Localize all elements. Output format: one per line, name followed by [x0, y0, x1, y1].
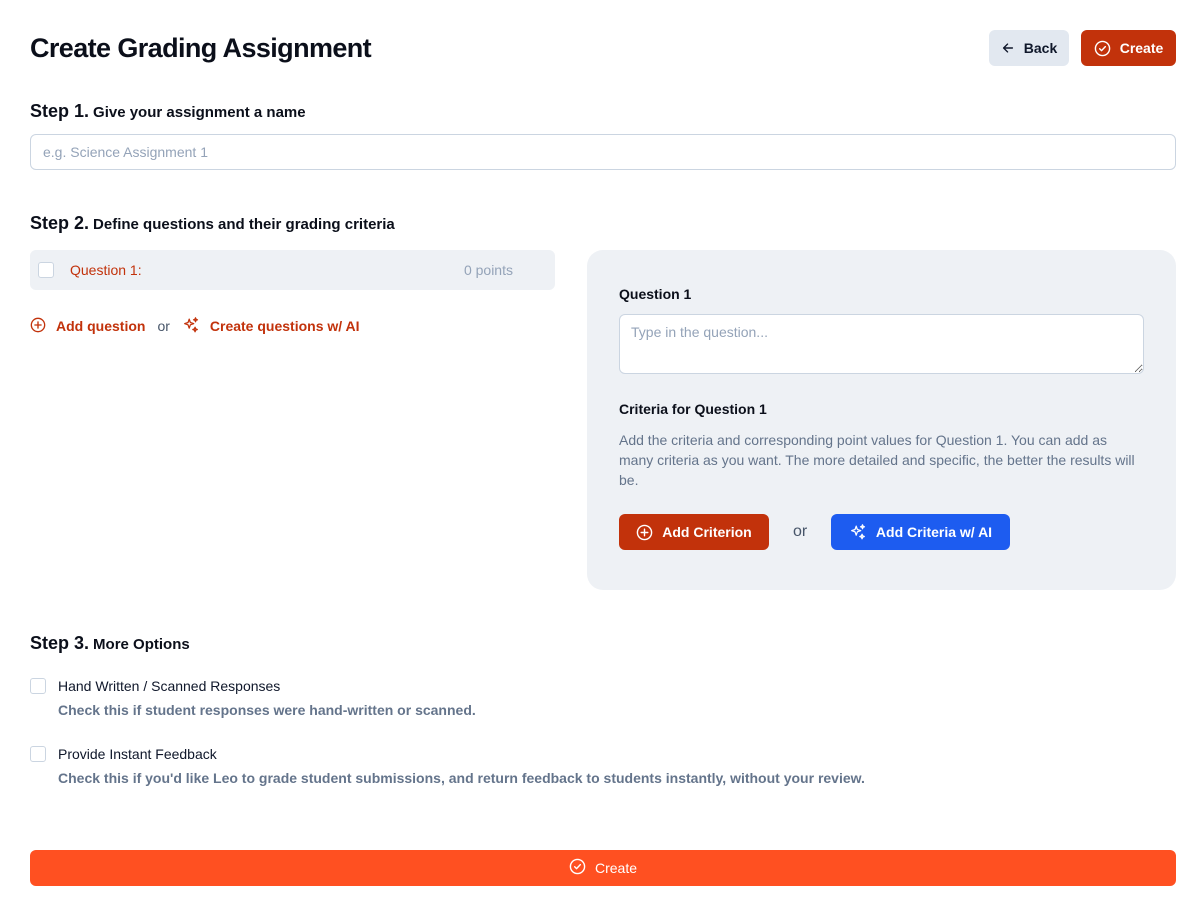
question-text-input[interactable] [619, 314, 1144, 374]
handwritten-label[interactable]: Hand Written / Scanned Responses [58, 676, 476, 696]
header-actions: Back Create [989, 30, 1176, 66]
sparkles-icon [849, 523, 867, 541]
add-criterion-label: Add Criterion [662, 524, 752, 540]
question-label: Question 1: [70, 262, 142, 278]
step2-number: Step 2. [30, 213, 90, 233]
step3-number: Step 3. [30, 633, 90, 653]
step3-heading: Step 3. More Options [30, 633, 190, 654]
check-circle-icon [1094, 40, 1111, 57]
sparkles-icon [182, 316, 200, 337]
criteria-actions: Add Criterion or Add Criteria w/ AI [619, 514, 1010, 550]
or-text: or [793, 523, 808, 540]
question-checkbox[interactable] [38, 262, 54, 278]
question-editor-title: Question 1 [619, 286, 692, 302]
create-button-bottom-label: Create [594, 860, 638, 876]
step1-title: Give your assignment a name [93, 104, 306, 121]
page-title: Create Grading Assignment [30, 32, 372, 63]
add-criteria-ai-label: Add Criteria w/ AI [875, 524, 993, 540]
option-instant-feedback: Provide Instant Feedback Check this if y… [30, 744, 865, 788]
step1-heading: Step 1. Give your assignment a name [30, 101, 306, 122]
check-circle-icon [569, 858, 586, 878]
instant-feedback-help: Check this if you'd like Leo to grade st… [58, 770, 865, 786]
add-criterion-button[interactable]: Add Criterion [619, 514, 769, 550]
page-header: Create Grading Assignment Back Create [30, 30, 1176, 66]
back-button-label: Back [1023, 40, 1058, 56]
instant-feedback-label[interactable]: Provide Instant Feedback [58, 744, 865, 764]
create-button-bottom[interactable]: Create [30, 850, 1176, 886]
ai-questions-link[interactable]: Create questions w/ AI [182, 316, 360, 337]
plus-circle-icon [30, 317, 46, 336]
add-question-link[interactable]: Add question [30, 317, 145, 336]
step2-heading: Step 2. Define questions and their gradin… [30, 213, 395, 234]
criteria-title: Criteria for Question 1 [619, 401, 767, 417]
option-handwritten: Hand Written / Scanned Responses Check t… [30, 676, 476, 720]
step1-number: Step 1. [30, 101, 90, 121]
criteria-description: Add the criteria and corresponding point… [619, 432, 1135, 488]
add-question-label: Add question [56, 318, 146, 334]
ai-questions-label: Create questions w/ AI [209, 318, 360, 334]
create-button-label: Create [1119, 40, 1164, 56]
handwritten-help: Check this if student responses were han… [58, 702, 476, 718]
instant-feedback-checkbox[interactable] [30, 746, 46, 762]
assignment-name-input[interactable] [30, 134, 1176, 170]
or-text: or [157, 318, 170, 334]
back-button[interactable]: Back [989, 30, 1069, 66]
add-criteria-ai-button[interactable]: Add Criteria w/ AI [831, 514, 1010, 550]
question-editor-panel: Question 1 Criteria for Question 1 Add t… [587, 250, 1176, 590]
question-points: 0 points [463, 262, 513, 278]
plus-circle-icon [636, 524, 653, 541]
handwritten-checkbox[interactable] [30, 678, 46, 694]
step3-title: More Options [93, 636, 190, 653]
arrow-left-icon [1001, 41, 1015, 55]
question-list-item[interactable]: Question 1: 0 points [30, 250, 555, 290]
step2-title: Define questions and their grading crite… [93, 216, 395, 233]
add-question-row: Add question or Create questions w/ AI [30, 316, 360, 336]
create-button-top[interactable]: Create [1081, 30, 1176, 66]
